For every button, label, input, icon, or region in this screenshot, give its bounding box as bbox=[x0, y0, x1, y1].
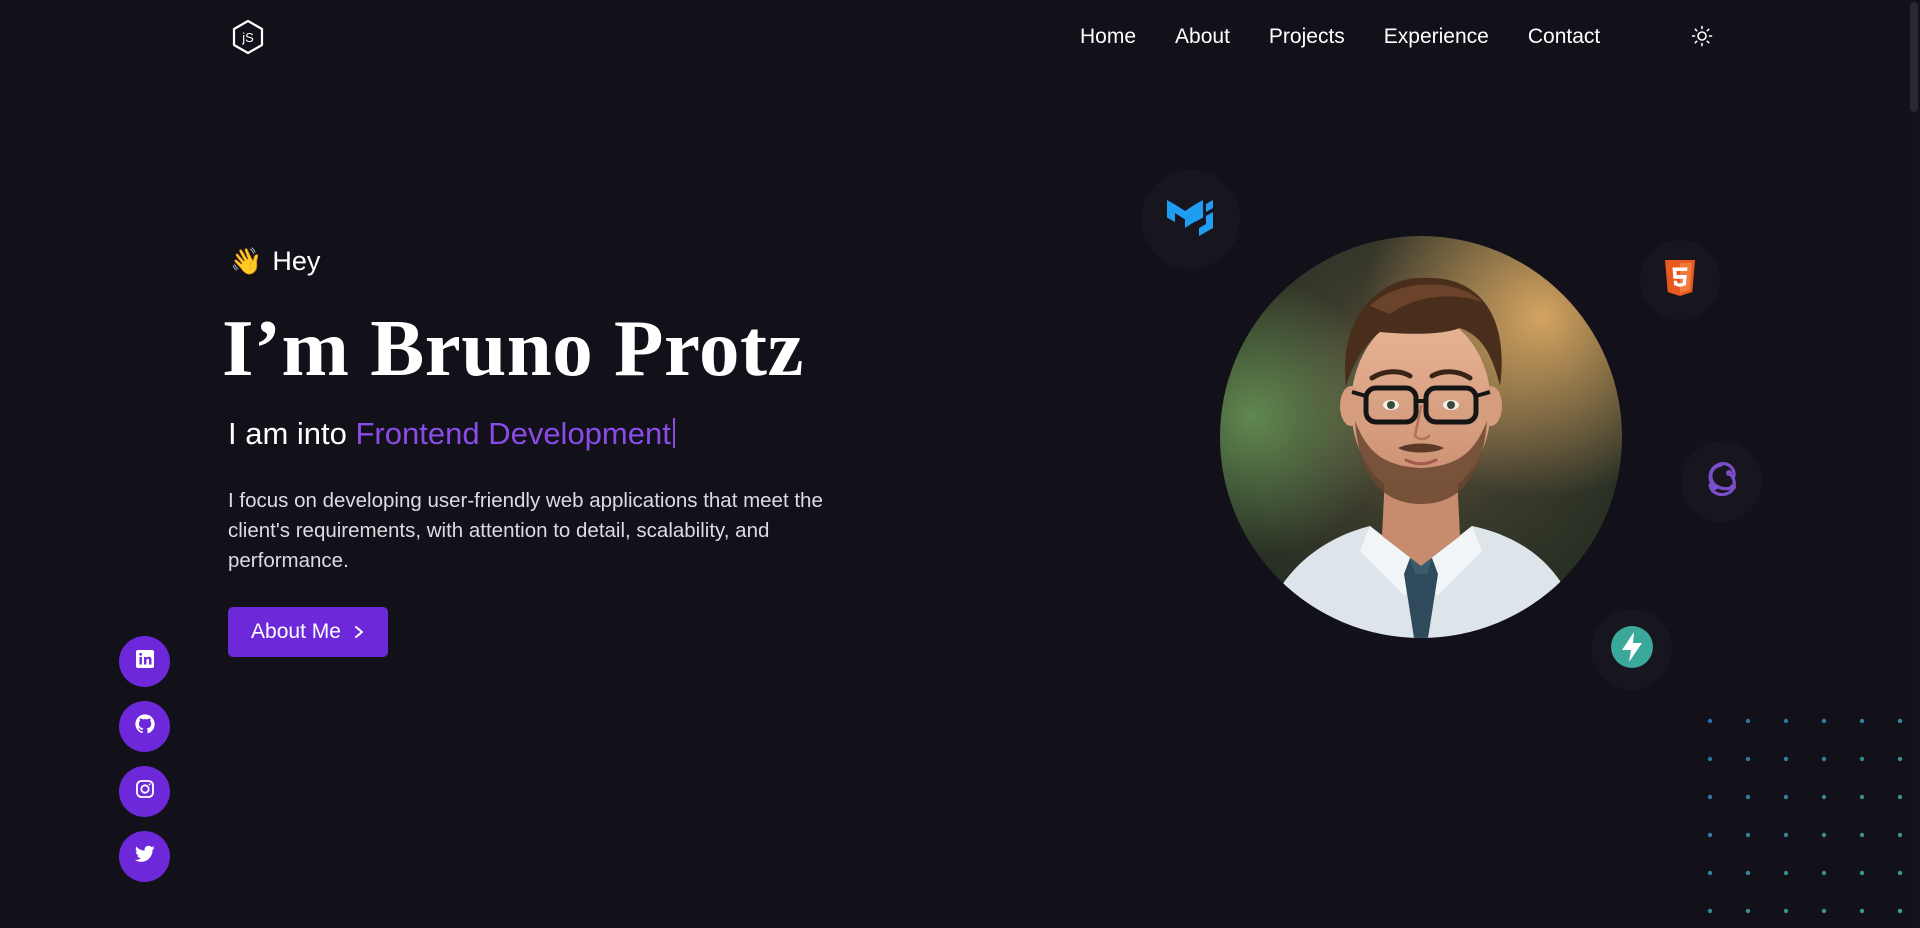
nav-experience[interactable]: Experience bbox=[1384, 25, 1489, 49]
greeting: 👋 Hey bbox=[230, 246, 320, 277]
nodejs-logo-icon[interactable]: jS bbox=[230, 18, 266, 56]
decorative-dot bbox=[1707, 832, 1713, 838]
html5-badge bbox=[1640, 240, 1720, 320]
decorative-dot bbox=[1745, 832, 1751, 838]
html5-icon bbox=[1664, 259, 1696, 302]
linkedin-icon bbox=[135, 649, 155, 674]
waving-hand-icon: 👋 bbox=[230, 246, 263, 276]
decorative-dot bbox=[1821, 832, 1827, 838]
decorative-dot bbox=[1783, 756, 1789, 762]
hero-tagline: I am into Frontend Development bbox=[228, 416, 675, 452]
decorative-dot bbox=[1859, 794, 1865, 800]
decorative-dot bbox=[1745, 870, 1751, 876]
decorative-dot bbox=[1783, 794, 1789, 800]
hero-description: I focus on developing user-friendly web … bbox=[228, 489, 823, 572]
decorative-dot bbox=[1821, 756, 1827, 762]
supabase-icon bbox=[1610, 625, 1654, 674]
decorative-dot bbox=[1859, 718, 1865, 724]
decorative-dot bbox=[1859, 870, 1865, 876]
decorative-dot bbox=[1745, 718, 1751, 724]
decorative-dot bbox=[1821, 718, 1827, 724]
decorative-dot bbox=[1859, 756, 1865, 762]
nav-about[interactable]: About bbox=[1175, 25, 1230, 49]
decorative-dot bbox=[1745, 794, 1751, 800]
main-nav: Home About Projects Experience Contact bbox=[1080, 22, 1639, 52]
decorative-dot bbox=[1859, 908, 1865, 914]
about-me-label: About Me bbox=[251, 620, 341, 643]
typing-cursor bbox=[672, 418, 675, 448]
decorative-dot bbox=[1859, 832, 1865, 838]
decorative-dot bbox=[1897, 718, 1903, 724]
decorative-dot bbox=[1783, 870, 1789, 876]
profile-photo bbox=[1220, 236, 1622, 638]
theme-toggle-sun-icon[interactable] bbox=[1690, 24, 1714, 48]
decorative-dot bbox=[1897, 832, 1903, 838]
redux-badge bbox=[1681, 441, 1762, 522]
decorative-dot bbox=[1707, 718, 1713, 724]
svg-text:jS: jS bbox=[241, 30, 254, 45]
decorative-dot bbox=[1707, 756, 1713, 762]
material-ui-badge bbox=[1141, 170, 1240, 269]
decorative-dot bbox=[1821, 908, 1827, 914]
supabase-badge bbox=[1591, 609, 1672, 690]
decorative-dot bbox=[1707, 908, 1713, 914]
decorative-dot bbox=[1897, 870, 1903, 876]
twitter-button[interactable] bbox=[119, 831, 170, 882]
redux-icon bbox=[1699, 457, 1745, 506]
page: jS Home About Projects Experience Contac… bbox=[0, 0, 1920, 928]
decorative-dot bbox=[1783, 908, 1789, 914]
decorative-dot bbox=[1783, 832, 1789, 838]
tagline-typed-text: Frontend Development bbox=[355, 416, 671, 451]
github-icon bbox=[134, 713, 156, 740]
nav-projects[interactable]: Projects bbox=[1269, 25, 1345, 49]
decorative-dot bbox=[1897, 794, 1903, 800]
instagram-button[interactable] bbox=[119, 766, 170, 817]
decorative-dot bbox=[1707, 870, 1713, 876]
dot-grid-decoration bbox=[1707, 718, 1903, 914]
hero-title: I’m Bruno Protz bbox=[222, 303, 804, 393]
nav-home[interactable]: Home bbox=[1080, 25, 1136, 49]
twitter-icon bbox=[134, 845, 155, 868]
tagline-prefix: I am into bbox=[228, 416, 356, 451]
github-button[interactable] bbox=[119, 701, 170, 752]
linkedin-button[interactable] bbox=[119, 636, 170, 687]
material-ui-icon bbox=[1165, 194, 1217, 245]
about-me-button[interactable]: About Me bbox=[228, 607, 388, 657]
decorative-dot bbox=[1745, 908, 1751, 914]
decorative-dot bbox=[1821, 870, 1827, 876]
scrollbar-thumb[interactable] bbox=[1910, 2, 1918, 112]
decorative-dot bbox=[1707, 794, 1713, 800]
decorative-dot bbox=[1897, 756, 1903, 762]
nav-contact[interactable]: Contact bbox=[1528, 25, 1600, 49]
decorative-dot bbox=[1783, 718, 1789, 724]
decorative-dot bbox=[1897, 908, 1903, 914]
decorative-dot bbox=[1821, 794, 1827, 800]
chevron-right-icon bbox=[353, 625, 365, 639]
instagram-icon bbox=[135, 779, 155, 804]
decorative-dot bbox=[1745, 756, 1751, 762]
greeting-text: Hey bbox=[272, 246, 321, 276]
